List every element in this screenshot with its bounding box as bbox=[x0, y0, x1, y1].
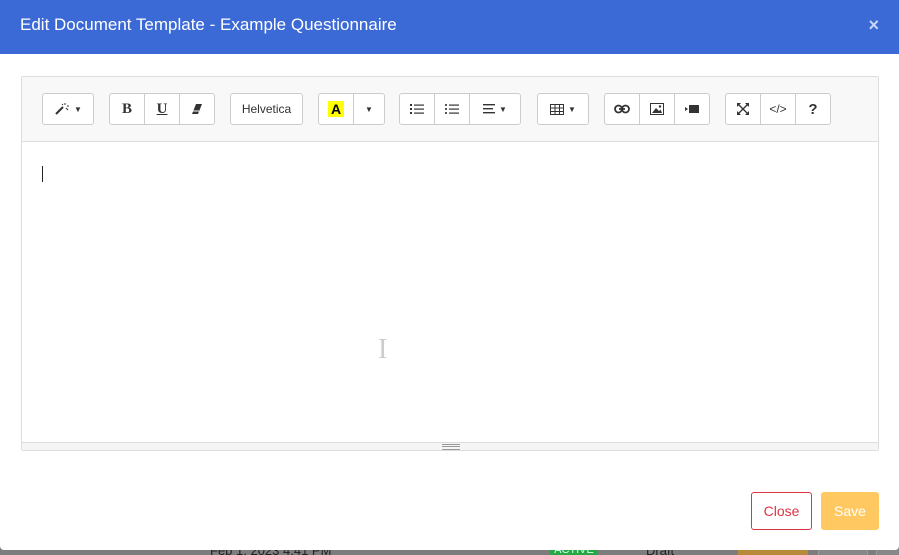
insert-video-button[interactable] bbox=[674, 93, 710, 125]
save-button[interactable]: Save bbox=[821, 492, 879, 530]
unordered-list-icon bbox=[410, 103, 424, 115]
table-group: ▼ bbox=[537, 93, 589, 125]
insert-group bbox=[604, 93, 710, 125]
video-icon bbox=[685, 104, 699, 114]
font-style-group: B U bbox=[109, 93, 215, 125]
editor-resize-bar[interactable] bbox=[22, 442, 878, 450]
resize-grip-icon[interactable] bbox=[442, 444, 460, 450]
modal-header: Edit Document Template - Example Questio… bbox=[0, 0, 899, 54]
font-name-dropdown[interactable]: Helvetica bbox=[230, 93, 303, 125]
table-dropdown-button[interactable]: ▼ bbox=[537, 93, 589, 125]
edit-template-modal: Edit Document Template - Example Questio… bbox=[0, 0, 899, 550]
insert-picture-button[interactable] bbox=[639, 93, 675, 125]
close-button[interactable]: Close bbox=[751, 492, 812, 530]
table-icon bbox=[550, 103, 565, 115]
help-button[interactable]: ? bbox=[795, 93, 831, 125]
fullscreen-button[interactable] bbox=[725, 93, 761, 125]
align-dropdown-button[interactable]: ▼ bbox=[469, 93, 521, 125]
color-dropdown-button[interactable]: ▼ bbox=[353, 93, 385, 125]
modal-title: Edit Document Template - Example Questio… bbox=[20, 15, 397, 34]
chevron-down-icon: ▼ bbox=[365, 104, 373, 114]
underline-button[interactable]: U bbox=[144, 93, 180, 125]
modal-close-icon[interactable]: × bbox=[868, 15, 879, 36]
bold-button[interactable]: B bbox=[109, 93, 145, 125]
ordered-list-icon bbox=[445, 103, 459, 115]
code-view-button[interactable]: </> bbox=[760, 93, 796, 125]
font-name-group: Helvetica bbox=[230, 93, 303, 125]
eraser-icon bbox=[191, 103, 203, 115]
ordered-list-button[interactable] bbox=[434, 93, 470, 125]
chevron-down-icon: ▼ bbox=[74, 104, 82, 114]
chevron-down-icon: ▼ bbox=[568, 104, 576, 114]
editor-content-area[interactable]: I bbox=[22, 142, 878, 442]
color-group: A ▼ bbox=[318, 93, 385, 125]
clear-format-button[interactable] bbox=[179, 93, 215, 125]
insert-link-button[interactable] bbox=[604, 93, 640, 125]
paragraph-group: ▼ bbox=[399, 93, 521, 125]
highlight-color-button[interactable]: A bbox=[318, 93, 354, 125]
rich-text-editor: ▼ B U Helvetica A ▼ ▼ ▼ </> ? I bbox=[21, 76, 879, 451]
unordered-list-button[interactable] bbox=[399, 93, 435, 125]
style-dropdown-button[interactable]: ▼ bbox=[42, 93, 94, 125]
fullscreen-icon bbox=[737, 103, 749, 115]
chevron-down-icon: ▼ bbox=[499, 104, 507, 114]
editor-toolbar: ▼ B U Helvetica A ▼ ▼ ▼ </> ? bbox=[22, 77, 878, 142]
mouse-ibeam-cursor: I bbox=[378, 334, 388, 365]
picture-icon bbox=[650, 103, 664, 115]
align-icon bbox=[483, 104, 496, 114]
text-cursor bbox=[42, 166, 43, 182]
style-group: ▼ bbox=[42, 93, 94, 125]
magic-wand-icon bbox=[54, 102, 70, 116]
highlight-color-icon: A bbox=[327, 101, 345, 117]
misc-group: </> ? bbox=[725, 93, 831, 125]
link-icon bbox=[614, 104, 630, 114]
